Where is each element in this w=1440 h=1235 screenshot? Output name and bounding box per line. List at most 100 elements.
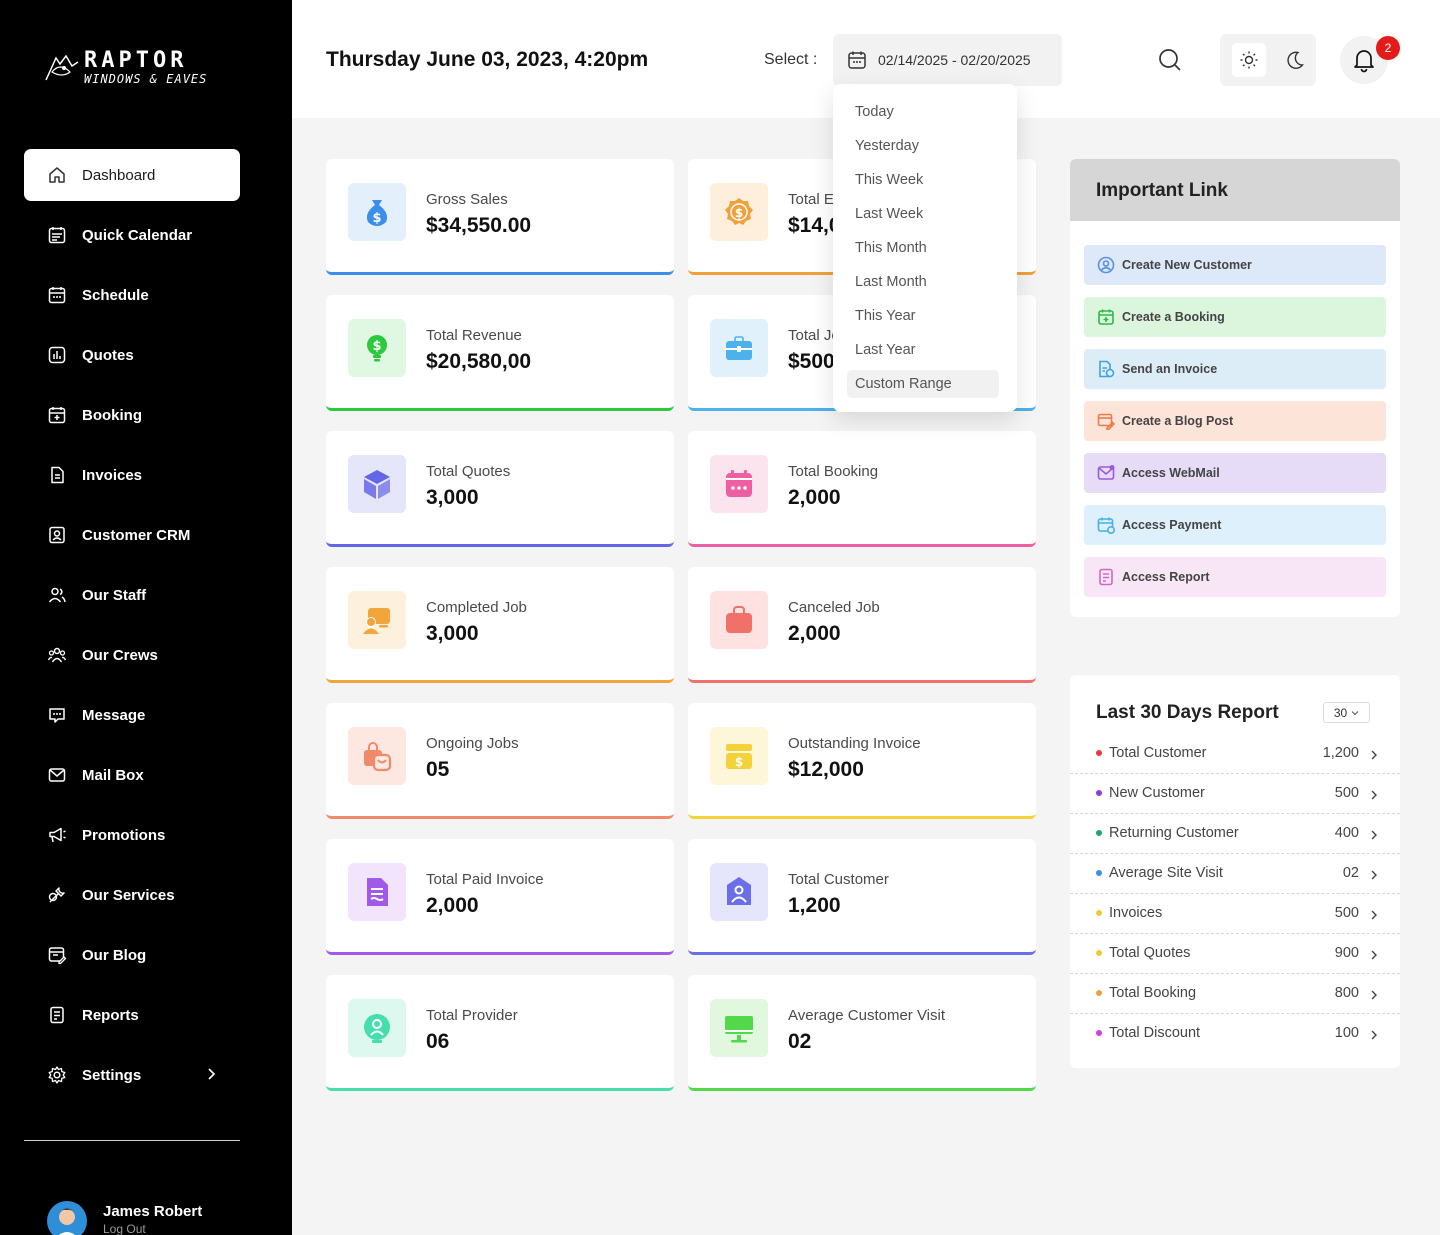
stat-value: 06 (426, 1030, 450, 1053)
sidebar-item-label: Booking (82, 406, 142, 424)
sidebar-item-our-services[interactable]: Our Services (24, 869, 240, 921)
link-access-webmail[interactable]: Access WebMail (1084, 453, 1386, 493)
dropdown-option-this-month[interactable]: This Month (847, 234, 999, 262)
report-row-value: 500 (1334, 905, 1359, 921)
dollar-badge-icon: $ (710, 183, 768, 241)
link-send-an-invoice[interactable]: Send an Invoice (1084, 349, 1386, 389)
report-row[interactable]: New Customer 500 (1070, 774, 1400, 814)
payment-icon (1096, 515, 1116, 535)
stat-card-completed-job[interactable]: Completed Job 3,000 (326, 567, 674, 683)
dropdown-option-last-month[interactable]: Last Month (847, 268, 999, 296)
sidebar-item-message[interactable]: Message (24, 689, 240, 741)
link-label: Access Payment (1122, 518, 1222, 532)
stat-card-ongoing-jobs[interactable]: Ongoing Jobs 05 (326, 703, 674, 819)
briefcase-icon (710, 319, 768, 377)
stat-card-gross-sales[interactable]: $ Gross Sales $34,550.00 (326, 159, 674, 275)
report-row[interactable]: Returning Customer 400 (1070, 814, 1400, 854)
sidebar-item-our-crews[interactable]: Our Crews (24, 629, 240, 681)
report-period-select[interactable]: 30 (1323, 702, 1370, 723)
sidebar-item-label: Schedule (82, 286, 149, 304)
moon-icon[interactable] (1278, 43, 1312, 77)
sidebar-item-schedule[interactable]: Schedule (24, 269, 240, 321)
stat-label: Gross Sales (426, 191, 508, 208)
stat-value: 2,000 (788, 622, 841, 645)
sidebar-item-quick-calendar[interactable]: Quick Calendar (24, 209, 240, 261)
report-row-label: Total Booking (1109, 985, 1197, 1001)
chevron-right-icon (1370, 988, 1378, 1006)
link-create-new-customer[interactable]: Create New Customer (1084, 245, 1386, 285)
link-access-report[interactable]: Access Report (1084, 557, 1386, 597)
sidebar-item-dashboard[interactable]: Dashboard (24, 149, 240, 201)
select-label: Select : (764, 51, 818, 68)
search-icon[interactable] (1156, 46, 1184, 74)
stat-card-average-customer-visit[interactable]: Average Customer Visit 02 (688, 975, 1036, 1091)
report-row[interactable]: Total Booking 800 (1070, 974, 1400, 1014)
sidebar-item-label: Promotions (82, 826, 166, 844)
sidebar-item-label: Mail Box (82, 766, 144, 784)
sidebar-item-mail-box[interactable]: Mail Box (24, 749, 240, 801)
stat-card-total-customer[interactable]: Total Customer 1,200 (688, 839, 1036, 955)
calendar-icon (846, 49, 868, 71)
dropdown-option-last-year[interactable]: Last Year (847, 336, 999, 364)
link-label: Create New Customer (1122, 258, 1252, 272)
report-row-label: New Customer (1109, 785, 1205, 801)
stat-label: Total Customer (788, 871, 889, 888)
chevron-right-icon (1370, 868, 1378, 886)
report-row[interactable]: Total Quotes 900 (1070, 934, 1400, 974)
stat-value: 2,000 (788, 486, 841, 509)
report-row[interactable]: Total Discount 100 (1070, 1014, 1400, 1054)
sidebar-item-settings[interactable]: Settings (24, 1049, 240, 1101)
stat-card-total-provider[interactable]: Total Provider 06 (326, 975, 674, 1091)
logout-link[interactable]: Log Out (103, 1222, 146, 1235)
chevron-right-icon (1370, 1028, 1378, 1046)
sidebar-item-our-blog[interactable]: Our Blog (24, 929, 240, 981)
report-row[interactable]: Total Customer 1,200 (1070, 734, 1400, 774)
stat-card-outstanding-invoice[interactable]: $ Outstanding Invoice $12,000 (688, 703, 1036, 819)
megaphone-icon (46, 824, 68, 846)
svg-text:$: $ (372, 339, 381, 354)
sidebar-item-promotions[interactable]: Promotions (24, 809, 240, 861)
sidebar-item-our-staff[interactable]: Our Staff (24, 569, 240, 621)
monitor-icon (710, 999, 768, 1057)
sidebar-item-customer-crm[interactable]: Customer CRM (24, 509, 240, 561)
dropdown-option-yesterday[interactable]: Yesterday (847, 132, 999, 160)
chevron-right-icon (1370, 788, 1378, 806)
stat-card-total-paid-invoice[interactable]: Total Paid Invoice 2,000 (326, 839, 674, 955)
brand-logo[interactable]: RAPTOR WINDOWS & EAVES (44, 50, 234, 90)
stat-card-total-booking[interactable]: Total Booking 2,000 (688, 431, 1036, 547)
sidebar-divider (24, 1140, 240, 1141)
report-row-value: 900 (1334, 945, 1359, 961)
dropdown-option-this-week[interactable]: This Week (847, 166, 999, 194)
sidebar-item-booking[interactable]: Booking (24, 389, 240, 441)
report-row[interactable]: Invoices 500 (1070, 894, 1400, 934)
link-access-payment[interactable]: Access Payment (1084, 505, 1386, 545)
dropdown-option-custom-range[interactable]: Custom Range (847, 370, 999, 398)
sidebar-item-quotes[interactable]: Quotes (24, 329, 240, 381)
sidebar-item-invoices[interactable]: Invoices (24, 449, 240, 501)
bulb-dollar-icon: $ (348, 319, 406, 377)
blog-icon (46, 944, 68, 966)
users-icon (46, 584, 68, 606)
sidebar-item-label: Reports (82, 1006, 139, 1024)
link-create-a-booking[interactable]: Create a Booking (1084, 297, 1386, 337)
sun-icon[interactable] (1232, 43, 1266, 77)
sidebar-item-label: Quotes (82, 346, 134, 364)
report-period-value: 30 (1333, 705, 1348, 720)
report-row[interactable]: Average Site Visit 02 (1070, 854, 1400, 894)
stat-card-total-revenue[interactable]: $ Total Revenue $20,580,00 (326, 295, 674, 411)
sidebar-item-label: Quick Calendar (82, 226, 193, 244)
calendar-dots-icon (710, 455, 768, 513)
avatar (47, 1201, 87, 1235)
date-range-dropdown: Today Yesterday This Week Last Week This… (833, 84, 1017, 412)
stat-card-canceled-job[interactable]: Canceled Job 2,000 (688, 567, 1036, 683)
date-range-picker[interactable]: 02/14/2025 - 02/20/2025 (833, 34, 1062, 86)
dropdown-option-this-year[interactable]: This Year (847, 302, 999, 330)
sidebar-item-reports[interactable]: Reports (24, 989, 240, 1041)
link-create-a-blog-post[interactable]: Create a Blog Post (1084, 401, 1386, 441)
stat-card-total-quotes[interactable]: Total Quotes 3,000 (326, 431, 674, 547)
dropdown-option-today[interactable]: Today (847, 98, 999, 126)
sidebar-item-label: Our Services (82, 886, 175, 904)
blog-edit-icon (1096, 411, 1116, 431)
dropdown-option-last-week[interactable]: Last Week (847, 200, 999, 228)
sidebar-item-label: Our Staff (82, 586, 147, 604)
